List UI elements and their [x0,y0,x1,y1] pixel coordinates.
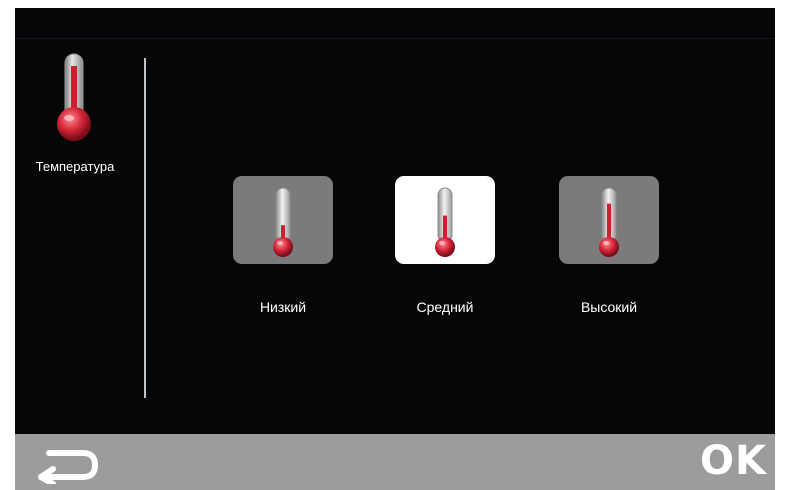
bulb-highlight [439,241,445,245]
mercury-level [607,203,611,242]
option-low-button[interactable] [233,176,333,264]
option-high-label: Высокий [580,299,638,315]
thermometer-medium-icon [435,187,455,257]
bottom-bar: OK [15,434,775,490]
thermometer-bulb [599,237,619,257]
screen: Температура Низкий Средний Высокий OK [15,8,775,490]
thermometer-icon [49,52,99,144]
vertical-divider [144,58,146,398]
thermometer-bulb [435,237,455,257]
thermometer-high-icon [599,187,619,257]
option-medium-button[interactable] [395,176,495,264]
option-high-button[interactable] [559,176,659,264]
ok-button[interactable]: OK [700,438,767,484]
top-separator [15,38,775,39]
bulb-highlight [277,241,283,245]
thermometer-bulb [273,237,293,257]
option-low-label: Низкий [259,299,307,315]
back-arrow-icon [38,450,98,487]
sidebar-label: Температура [35,159,115,174]
back-button[interactable] [31,446,103,487]
bulb-highlight [603,241,609,245]
thermometer-low-icon [273,187,293,257]
option-medium-label: Средний [416,299,474,315]
